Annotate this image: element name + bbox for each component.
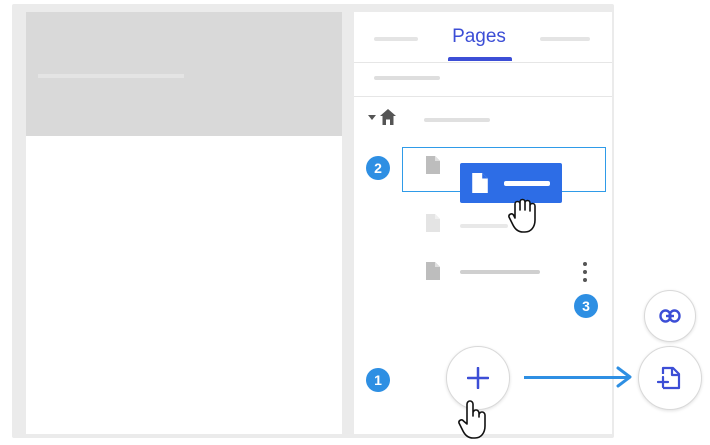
step-badge-2: 2: [366, 156, 390, 180]
canvas-header: [26, 12, 342, 136]
new-page-button[interactable]: [638, 346, 702, 410]
pointer-hand-icon: [458, 400, 488, 445]
copy-link-button[interactable]: [644, 290, 696, 342]
tab-pages[interactable]: Pages: [442, 26, 516, 48]
new-page-icon: [657, 366, 681, 390]
page-label-placeholder[interactable]: [460, 224, 508, 228]
grab-hand-icon: [506, 198, 540, 241]
home-label-placeholder: [424, 118, 490, 122]
more-vertical-icon[interactable]: [580, 262, 590, 284]
header-placeholder: [38, 74, 184, 78]
panel-subheader: [354, 62, 612, 97]
tree-home[interactable]: [368, 108, 428, 128]
plus-icon: [467, 367, 489, 389]
file-icon: [426, 214, 440, 232]
page-label-placeholder[interactable]: [460, 270, 540, 274]
file-icon: [426, 262, 440, 280]
arrow-right-icon: [614, 366, 634, 388]
file-icon: [472, 173, 488, 193]
document-canvas: [26, 12, 342, 434]
subheader-placeholder: [374, 76, 440, 80]
panel-tabbar: Pages: [354, 12, 612, 63]
home-icon: [379, 108, 397, 126]
link-icon: [659, 309, 681, 323]
step-badge-3: 3: [574, 294, 598, 318]
chip-label-placeholder: [504, 181, 550, 186]
dragged-page-chip[interactable]: [460, 163, 562, 203]
tab-placeholder-right[interactable]: [540, 37, 590, 41]
file-icon: [426, 156, 440, 174]
step-badge-1: 1: [366, 368, 390, 392]
caret-down-icon[interactable]: [368, 115, 376, 120]
tab-active-indicator: [448, 57, 512, 61]
tab-placeholder-left[interactable]: [374, 37, 418, 41]
flow-arrow: [524, 376, 628, 379]
